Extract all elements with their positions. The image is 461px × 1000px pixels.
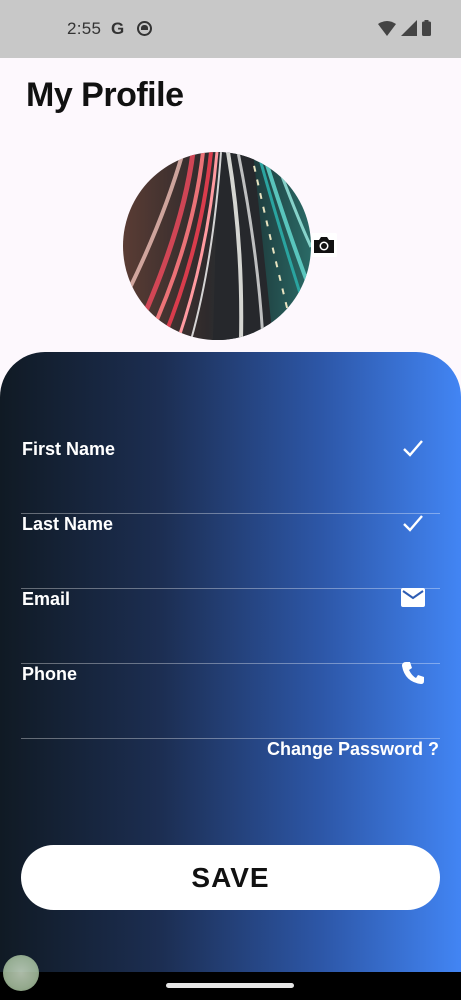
mail-icon (401, 588, 425, 607)
save-button[interactable]: SAVE (21, 845, 440, 910)
battery-icon (422, 20, 431, 36)
first-name-field[interactable]: First Name (21, 439, 440, 514)
phone-icon (402, 662, 424, 684)
home-indicator[interactable] (166, 983, 294, 988)
check-icon (403, 440, 423, 457)
avatar-image (123, 152, 311, 340)
app-notification-icon (137, 21, 152, 36)
phone-label: Phone (22, 664, 78, 684)
status-icons (378, 20, 431, 36)
change-password-link[interactable]: Change Password ? (267, 739, 439, 760)
google-icon: G (111, 19, 125, 38)
profile-avatar[interactable] (123, 152, 311, 340)
phone-field[interactable]: Phone (21, 662, 440, 739)
watermark-logo (3, 955, 39, 991)
navigation-bar (0, 972, 461, 1000)
first-name-label: First Name (22, 439, 116, 459)
last-name-field[interactable]: Last Name (21, 514, 440, 589)
signal-icon (401, 20, 417, 36)
page-title: My Profile (26, 76, 184, 114)
email-field[interactable]: Email (21, 588, 440, 664)
camera-icon[interactable] (311, 233, 337, 257)
last-name-label: Last Name (22, 514, 114, 534)
check-icon (403, 515, 423, 532)
email-label: Email (22, 589, 71, 609)
wifi-icon (378, 20, 396, 36)
status-bar: 2:55 G (0, 0, 461, 58)
status-time: 2:55 (67, 19, 102, 38)
